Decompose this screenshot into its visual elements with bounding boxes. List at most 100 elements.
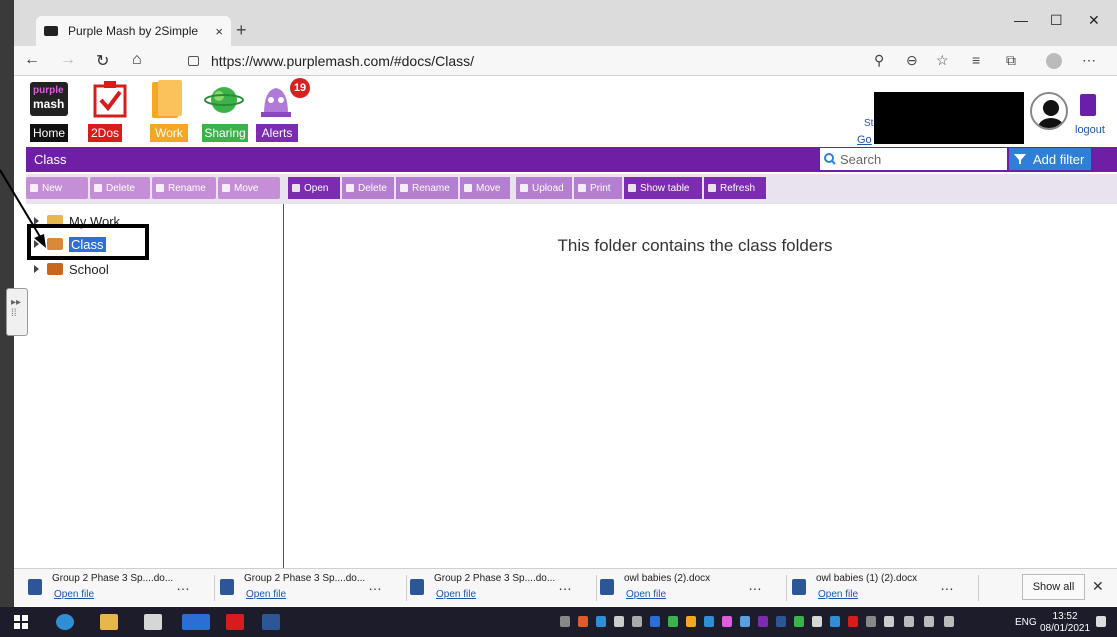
edge-browser-icon[interactable] <box>56 614 74 630</box>
url-field[interactable]: https://www.purplemash.com/#docs/Class/ <box>182 49 902 73</box>
file-explorer-icon[interactable] <box>100 614 118 630</box>
clock-time: 13:52 <box>1052 611 1078 622</box>
favorite-star-icon[interactable]: ☆ <box>936 52 949 69</box>
tree-move-button[interactable]: Move <box>218 177 280 199</box>
delete-button[interactable]: Delete <box>342 177 394 199</box>
tab-close-icon[interactable]: × <box>215 24 223 39</box>
tray-app-icon[interactable] <box>794 616 804 627</box>
browser-profile-icon[interactable] <box>1046 53 1062 69</box>
back-icon[interactable]: ← <box>24 51 40 69</box>
minimize-icon[interactable]: — <box>1014 12 1028 28</box>
tray-network-icon[interactable] <box>904 616 914 627</box>
tray-app-icon[interactable] <box>578 616 588 627</box>
rename-button[interactable]: Rename <box>396 177 458 199</box>
nav-2dos[interactable]: 2Dos <box>88 124 122 142</box>
tray-app-icon[interactable] <box>668 616 678 627</box>
open-file-link[interactable]: Open file <box>626 589 666 600</box>
tray-app-icon[interactable] <box>632 616 642 627</box>
open-file-link[interactable]: Open file <box>246 589 286 600</box>
download-more-icon[interactable]: … <box>940 577 954 593</box>
key-icon[interactable]: ⚲ <box>874 52 884 69</box>
download-item[interactable]: owl babies (1) (2).docx Open file … <box>792 573 982 603</box>
notifications-icon[interactable] <box>1096 616 1106 627</box>
open-file-link[interactable]: Open file <box>818 589 858 600</box>
logout-door-icon[interactable] <box>1080 94 1096 116</box>
download-more-icon[interactable]: … <box>748 577 762 593</box>
tray-bluetooth-icon[interactable] <box>776 616 786 627</box>
outlook-icon[interactable] <box>182 614 210 630</box>
tree-item-school[interactable]: School <box>34 260 109 278</box>
language-indicator[interactable]: ENG <box>1015 617 1037 628</box>
nav-alerts[interactable]: Alerts <box>256 124 298 142</box>
open-file-link[interactable]: Open file <box>436 589 476 600</box>
download-more-icon[interactable]: … <box>176 577 190 593</box>
tray-app-icon[interactable] <box>758 616 768 627</box>
open-file-link[interactable]: Open file <box>54 589 94 600</box>
acrobat-icon[interactable] <box>226 614 244 630</box>
windows-start-icon[interactable] <box>14 615 28 629</box>
tray-app-icon[interactable] <box>866 616 876 627</box>
nav-work[interactable]: Work <box>150 124 188 142</box>
tray-app-icon[interactable] <box>812 616 822 627</box>
tray-mail-icon[interactable] <box>614 616 624 627</box>
refresh-button[interactable]: Refresh <box>704 177 766 199</box>
tray-app-icon[interactable] <box>560 616 570 627</box>
favorites-list-icon[interactable]: ≡ <box>972 52 980 68</box>
expand-arrow-icon[interactable] <box>34 265 39 273</box>
tree-rename-button[interactable]: Rename <box>152 177 216 199</box>
download-item[interactable]: Group 2 Phase 3 Sp....do... Open file … <box>220 573 410 603</box>
upload-button[interactable]: Upload <box>516 177 572 199</box>
move-label: Move <box>476 182 501 194</box>
redacted-user-area <box>874 92 1024 144</box>
tray-battery-icon[interactable] <box>884 616 894 627</box>
tray-app-icon[interactable] <box>722 616 732 627</box>
open-button[interactable]: Open <box>288 177 340 199</box>
user-avatar[interactable] <box>1030 92 1068 130</box>
user-go-link[interactable]: Go <box>857 134 872 146</box>
home-icon[interactable]: ⌂ <box>132 51 142 69</box>
download-item[interactable]: Group 2 Phase 3 Sp....do... Open file … <box>410 573 600 603</box>
side-panel-handle[interactable]: ▸▸ ⁞⁞ <box>6 288 28 336</box>
more-menu-icon[interactable]: ⋯ <box>1082 52 1096 69</box>
tree-delete-button[interactable]: Delete <box>90 177 150 199</box>
delete-label: Delete <box>358 182 387 194</box>
maximize-icon[interactable]: ☐ <box>1050 12 1063 29</box>
tray-app-icon[interactable] <box>650 616 660 627</box>
forward-icon[interactable]: → <box>60 51 76 69</box>
close-downloads-icon[interactable]: ✕ <box>1092 578 1104 595</box>
collections-icon[interactable]: ⧉ <box>1006 52 1016 69</box>
nav-home[interactable]: Home <box>30 124 68 142</box>
work-folder-icon[interactable] <box>150 78 184 120</box>
refresh-icon[interactable]: ↻ <box>96 51 109 71</box>
close-window-icon[interactable]: ✕ <box>1088 12 1100 29</box>
sharing-globe-icon[interactable] <box>204 80 244 120</box>
tray-app-icon[interactable] <box>686 616 696 627</box>
tray-pen-icon[interactable] <box>944 616 954 627</box>
zoom-icon[interactable]: ⊖ <box>906 52 918 69</box>
purplemash-logo[interactable]: purple mash <box>30 82 68 116</box>
download-more-icon[interactable]: … <box>368 577 382 593</box>
show-table-button[interactable]: Show table <box>624 177 702 199</box>
tray-app-icon[interactable] <box>740 616 750 627</box>
todos-checklist-icon[interactable] <box>92 80 128 118</box>
show-all-downloads-button[interactable]: Show all <box>1022 574 1085 600</box>
word-icon[interactable] <box>262 614 280 630</box>
browser-tab[interactable]: Purple Mash by 2Simple × <box>36 16 231 46</box>
tray-app-icon[interactable] <box>830 616 840 627</box>
download-item[interactable]: Group 2 Phase 3 Sp....do... Open file … <box>28 573 218 603</box>
add-filter-button[interactable]: Add filter <box>1009 148 1091 170</box>
new-tab-icon[interactable]: + <box>236 20 247 41</box>
tray-volume-icon[interactable] <box>924 616 934 627</box>
clock[interactable]: 13:52 08/01/2021 <box>1040 611 1090 635</box>
store-icon[interactable] <box>144 614 162 630</box>
logout-link[interactable]: logout <box>1075 124 1105 136</box>
move-button[interactable]: Move <box>460 177 510 199</box>
search-input[interactable]: Search <box>820 148 1007 170</box>
tray-app-icon[interactable] <box>596 616 606 627</box>
tray-app-icon[interactable] <box>704 616 714 627</box>
download-more-icon[interactable]: … <box>558 577 572 593</box>
nav-sharing[interactable]: Sharing <box>202 124 248 142</box>
tray-app-icon[interactable] <box>848 616 858 627</box>
download-item[interactable]: owl babies (2).docx Open file … <box>600 573 790 603</box>
print-button[interactable]: Print <box>574 177 622 199</box>
